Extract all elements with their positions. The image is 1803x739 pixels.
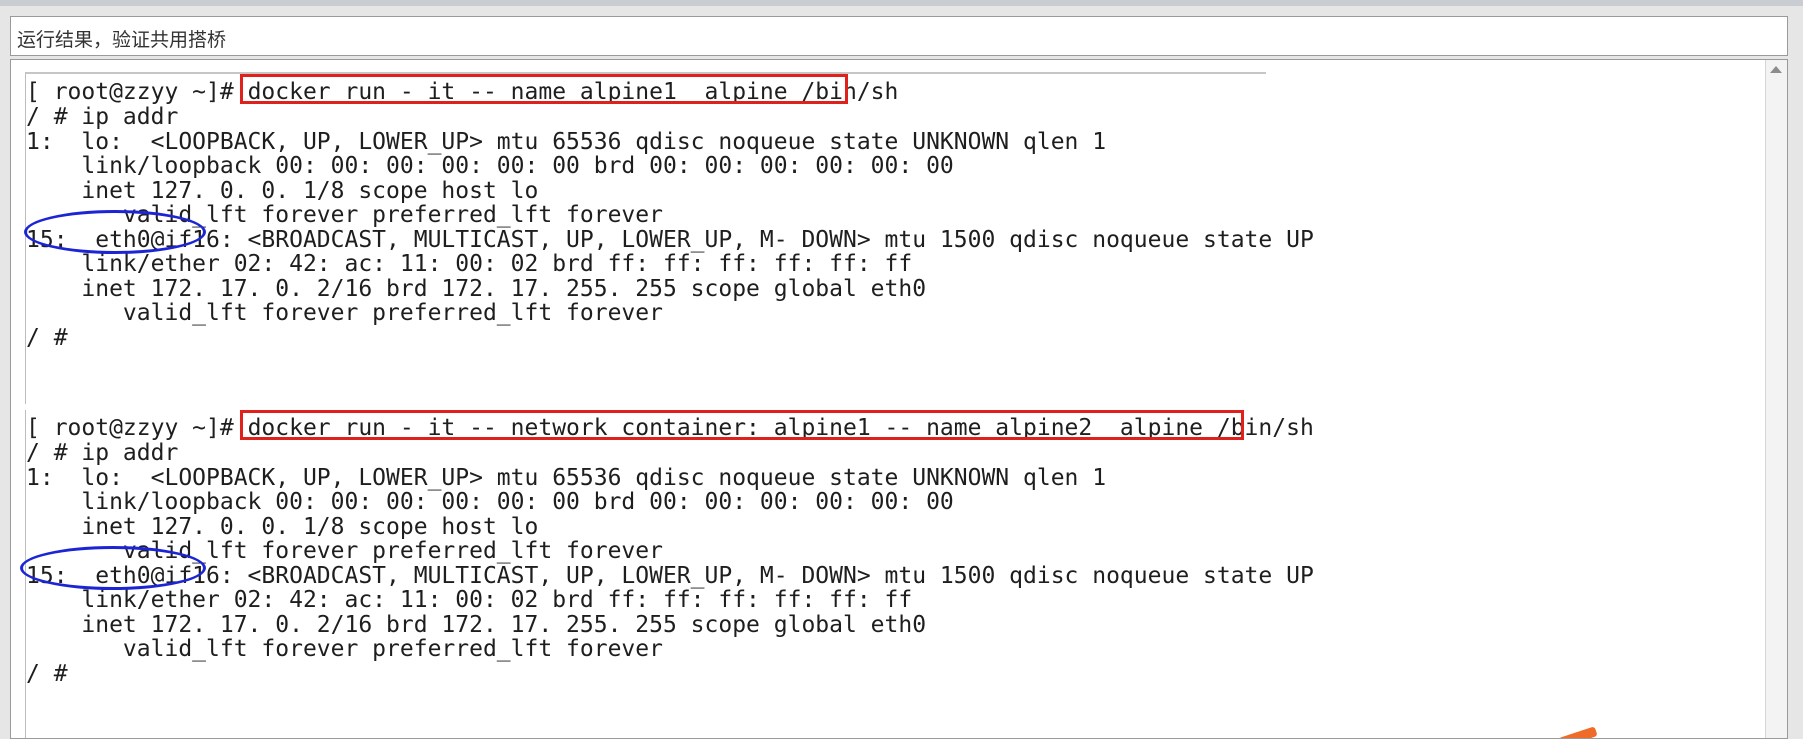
- terminal-line: valid_lft forever preferred_lft forever: [26, 636, 663, 662]
- terminal-line: / # ip addr: [26, 440, 179, 466]
- caption-bar: 运行结果，验证共用搭桥: [10, 16, 1788, 56]
- terminal-line: link/ether 02: 42: ac: 11: 00: 02 brd ff…: [26, 587, 913, 613]
- interface-highlight-oval: [20, 546, 206, 590]
- terminal-line: link/loopback 00: 00: 00: 00: 00: 00 brd…: [26, 153, 954, 179]
- terminal-line: link/loopback 00: 00: 00: 00: 00: 00 brd…: [26, 489, 954, 515]
- window-frame: 运行结果，验证共用搭桥 [ root@zzyy ~]# docker run -…: [0, 0, 1803, 739]
- command-highlight-box: [240, 410, 1244, 440]
- terminal-line: / #: [26, 661, 68, 687]
- interface-highlight-oval: [24, 210, 206, 254]
- shell-prompt: [ root@zzyy ~]#: [26, 415, 248, 441]
- terminal-output-2: [ root@zzyy ~]# docker run - it -- netwo…: [20, 410, 1314, 738]
- terminal-line: / #: [26, 325, 68, 351]
- caption-text: 运行结果，验证共用搭桥: [17, 29, 227, 51]
- scroll-up-arrow-icon[interactable]: [1770, 66, 1782, 73]
- shell-prompt: [ root@zzyy ~]#: [26, 79, 248, 105]
- terminal-line: / # ip addr: [26, 104, 179, 130]
- command-highlight-box: [240, 74, 848, 104]
- terminal-line: link/ether 02: 42: ac: 11: 00: 02 brd ff…: [26, 251, 913, 277]
- screenshot-panel: [ root@zzyy ~]# docker run - it -- name …: [10, 59, 1788, 739]
- terminal-output-1: [ root@zzyy ~]# docker run - it -- name …: [24, 72, 1314, 404]
- vertical-scrollbar[interactable]: [1765, 60, 1787, 738]
- terminal-line: valid_lft forever preferred_lft forever: [26, 300, 663, 326]
